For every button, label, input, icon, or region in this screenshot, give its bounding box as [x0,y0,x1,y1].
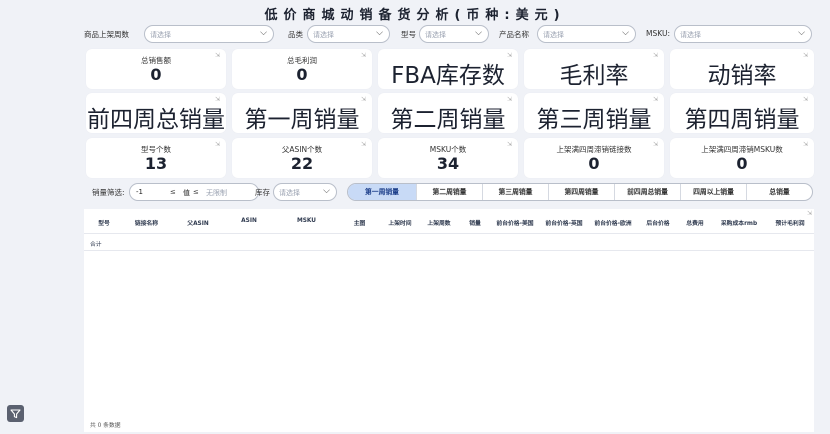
expand-icon[interactable]: ⇲ [507,52,512,59]
divider [84,233,814,234]
kpi-card-fba-stock: FBA库存数 ⇲ [378,49,518,89]
expand-icon[interactable]: ⇲ [215,96,220,103]
kpi-card-total-profit: 总毛利润 0 ⇲ [232,49,372,89]
chevron-down-icon: ⌵ [323,186,330,196]
column-header[interactable]: 前台价格-美国 [491,218,539,227]
filter-panel-button[interactable] [7,405,24,422]
kpi-card-msku-count: MSKU个数 34 ⇲ [378,138,518,178]
tab-week4[interactable]: 第四周销量 [548,184,614,200]
chevron-down-icon: ⌵ [260,28,267,38]
expand-icon[interactable]: ⇲ [807,210,812,217]
expand-icon[interactable]: ⇲ [361,141,366,148]
expand-icon[interactable]: ⇲ [361,96,366,103]
column-header[interactable]: 预计毛利润 [768,218,812,227]
category-select[interactable]: 请选择 ⌵ [307,25,390,43]
sales-tabs: 第一周销量 第二周销量 第三周销量 第四周销量 前四周总销量 四周以上销量 总销… [347,183,813,201]
expand-icon[interactable]: ⇲ [803,52,808,59]
column-header[interactable]: 前台价格-欧洲 [589,218,637,227]
filter-label-model: 型号 [401,30,416,39]
filter-label-category: 品类 [288,30,303,39]
value-label: 值 [183,189,190,197]
kpi-card-slow-msku: 上架满四周滞销MSKU数 0 ⇲ [670,138,814,178]
column-header[interactable]: 后台价格 [641,218,675,227]
weeks-select[interactable]: 请选择 ⌵ [144,25,274,43]
tab-total-sales[interactable]: 总销量 [746,184,812,200]
row-count: 共 0 条数据 [90,423,121,429]
funnel-icon [10,409,21,419]
kpi-card-slow-links: 上架满四周滞销链接数 0 ⇲ [524,138,664,178]
expand-icon[interactable]: ⇲ [653,141,658,148]
column-header[interactable]: ASIN [234,218,264,224]
query-bar: 销量筛选: -1 ≤ 值 ≤ 无限制 库存 请选择 ⌵ 第一周销量 第二周销量 第… [84,181,814,203]
column-header[interactable]: 链接名称 [124,218,169,227]
sales-range-input[interactable]: -1 ≤ 值 ≤ 无限制 [129,183,259,201]
kpi-card-sell-through: 动销率 ⇲ [670,49,814,89]
filter-label-weeks: 商品上架周数 [84,30,129,39]
kpi-card-week1-sales: 第一周销量 ⇲ [232,93,372,133]
filter-bar: 商品上架周数 请选择 ⌵ 品类 请选择 ⌵ 型号 请选择 ⌵ 产品名称 请选择 ⌵ MS… [84,25,814,45]
model-select[interactable]: 请选择 ⌵ [419,25,489,43]
column-header[interactable]: 采购成本rmb [714,218,764,227]
le-symbol: ≤ [193,188,199,196]
kpi-card-week3-sales: 第三周销量 ⇲ [524,93,664,133]
tab-over-four-weeks[interactable]: 四周以上销量 [680,184,746,200]
expand-icon[interactable]: ⇲ [507,141,512,148]
divider [84,250,814,251]
column-header[interactable]: 主图 [347,218,372,227]
chevron-down-icon: ⌵ [622,28,629,38]
chevron-down-icon: ⌵ [376,28,383,38]
sales-max-value[interactable]: 无限制 [206,188,227,198]
column-header[interactable]: 销量 [463,218,487,227]
column-header[interactable]: 上架周数 [422,218,456,227]
filter-label-product-name: 产品名称 [499,30,529,39]
column-header[interactable]: MSKU [284,218,329,224]
kpi-card-parent-asin-count: 父ASIN个数 22 ⇲ [232,138,372,178]
page-title: 低价商城动销备货分析(币种:美元) [264,8,566,23]
column-header[interactable]: 前台价格-英国 [540,218,588,227]
le-symbol: ≤ [170,188,176,196]
column-header[interactable]: 型号 [90,218,118,227]
kpi-card-week4-sales: 第四周销量 ⇲ [670,93,814,133]
kpi-card-margin-rate: 毛利率 ⇲ [524,49,664,89]
stock-filter-label: 库存 [255,188,270,197]
tab-week2[interactable]: 第二周销量 [416,184,482,200]
chevron-down-icon: ⌵ [798,28,805,38]
expand-icon[interactable]: ⇲ [803,141,808,148]
msku-select[interactable]: 请选择 ⌵ [674,25,812,43]
kpi-card-total-sales: 总销售额 0 ⇲ [86,49,226,89]
chevron-down-icon: ⌵ [475,28,482,38]
expand-icon[interactable]: ⇲ [215,141,220,148]
kpi-card-four-week-sales: 前四周总销量 ⇲ [86,93,226,133]
kpi-card-week2-sales: 第二周销量 ⇲ [378,93,518,133]
sales-filter-label: 销量筛选: [92,188,125,197]
expand-icon[interactable]: ⇲ [803,96,808,103]
column-header[interactable]: 父ASIN [179,218,217,227]
column-header[interactable]: 总费用 [680,218,710,227]
filter-label-msku: MSKU: [646,29,670,38]
data-table: ⇲ 型号 链接名称 父ASIN ASIN MSKU 主图 上架时间 上架周数 销… [84,209,814,432]
product-name-select[interactable]: 请选择 ⌵ [537,25,636,43]
expand-icon[interactable]: ⇲ [361,52,366,59]
total-row-label: 合计 [90,242,102,248]
stock-select[interactable]: 请选择 ⌵ [273,183,337,201]
tab-week1[interactable]: 第一周销量 [348,184,416,200]
sales-min-value[interactable]: -1 [136,188,143,196]
expand-icon[interactable]: ⇲ [215,52,220,59]
tab-week3[interactable]: 第三周销量 [482,184,548,200]
expand-icon[interactable]: ⇲ [507,96,512,103]
expand-icon[interactable]: ⇲ [653,96,658,103]
column-header[interactable]: 上架时间 [383,218,417,227]
expand-icon[interactable]: ⇲ [653,52,658,59]
kpi-card-model-count: 型号个数 13 ⇲ [86,138,226,178]
tab-four-week-total[interactable]: 前四周总销量 [614,184,680,200]
